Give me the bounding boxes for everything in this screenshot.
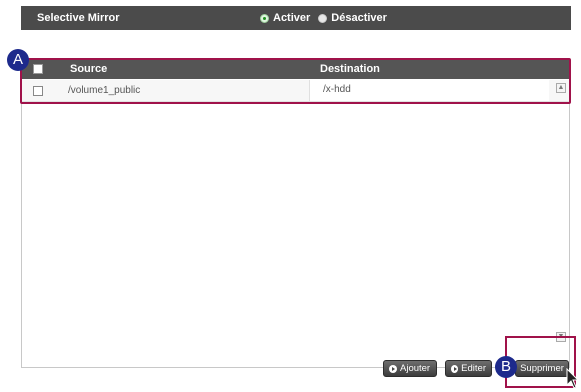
row-checkbox[interactable]	[33, 86, 43, 96]
callout-b: B	[495, 356, 517, 378]
row-destination: /x-hdd	[309, 80, 549, 101]
column-header-destination: Destination	[320, 63, 380, 75]
row-source: /volume1_public	[68, 85, 141, 96]
radio-unselected-icon	[318, 13, 328, 23]
select-all-checkbox[interactable]	[33, 64, 43, 74]
scroll-up-icon[interactable]: ▲	[556, 83, 566, 93]
scroll-down-icon[interactable]: ▼	[556, 332, 566, 342]
table-row[interactable]: /volume1_public /x-hdd	[22, 80, 569, 102]
add-button-label: Ajouter	[400, 363, 431, 374]
delete-button[interactable]: Supprimer	[515, 360, 569, 377]
table-header: Source Destination	[22, 59, 569, 79]
arrow-icon	[389, 364, 397, 373]
selective-mirror-header: Selective Mirror Activer Désactiver	[21, 6, 571, 30]
mouse-pointer-icon	[566, 368, 580, 389]
delete-button-label: Supprimer	[520, 363, 564, 374]
radio-enable-label: Activer	[273, 12, 311, 24]
mirror-table: Source Destination /volume1_public /x-hd…	[21, 58, 570, 368]
section-title: Selective Mirror	[37, 12, 120, 24]
edit-button[interactable]: Editer	[445, 360, 492, 377]
add-button[interactable]: Ajouter	[383, 360, 437, 377]
callout-a: A	[7, 49, 29, 71]
edit-button-label: Editer	[461, 363, 486, 374]
column-header-source: Source	[70, 63, 108, 75]
radio-disable[interactable]: Désactiver	[318, 12, 387, 24]
radio-disable-label: Désactiver	[331, 12, 387, 24]
arrow-icon	[451, 364, 459, 373]
radio-enable[interactable]: Activer	[260, 12, 310, 24]
radio-selected-icon	[260, 13, 269, 23]
